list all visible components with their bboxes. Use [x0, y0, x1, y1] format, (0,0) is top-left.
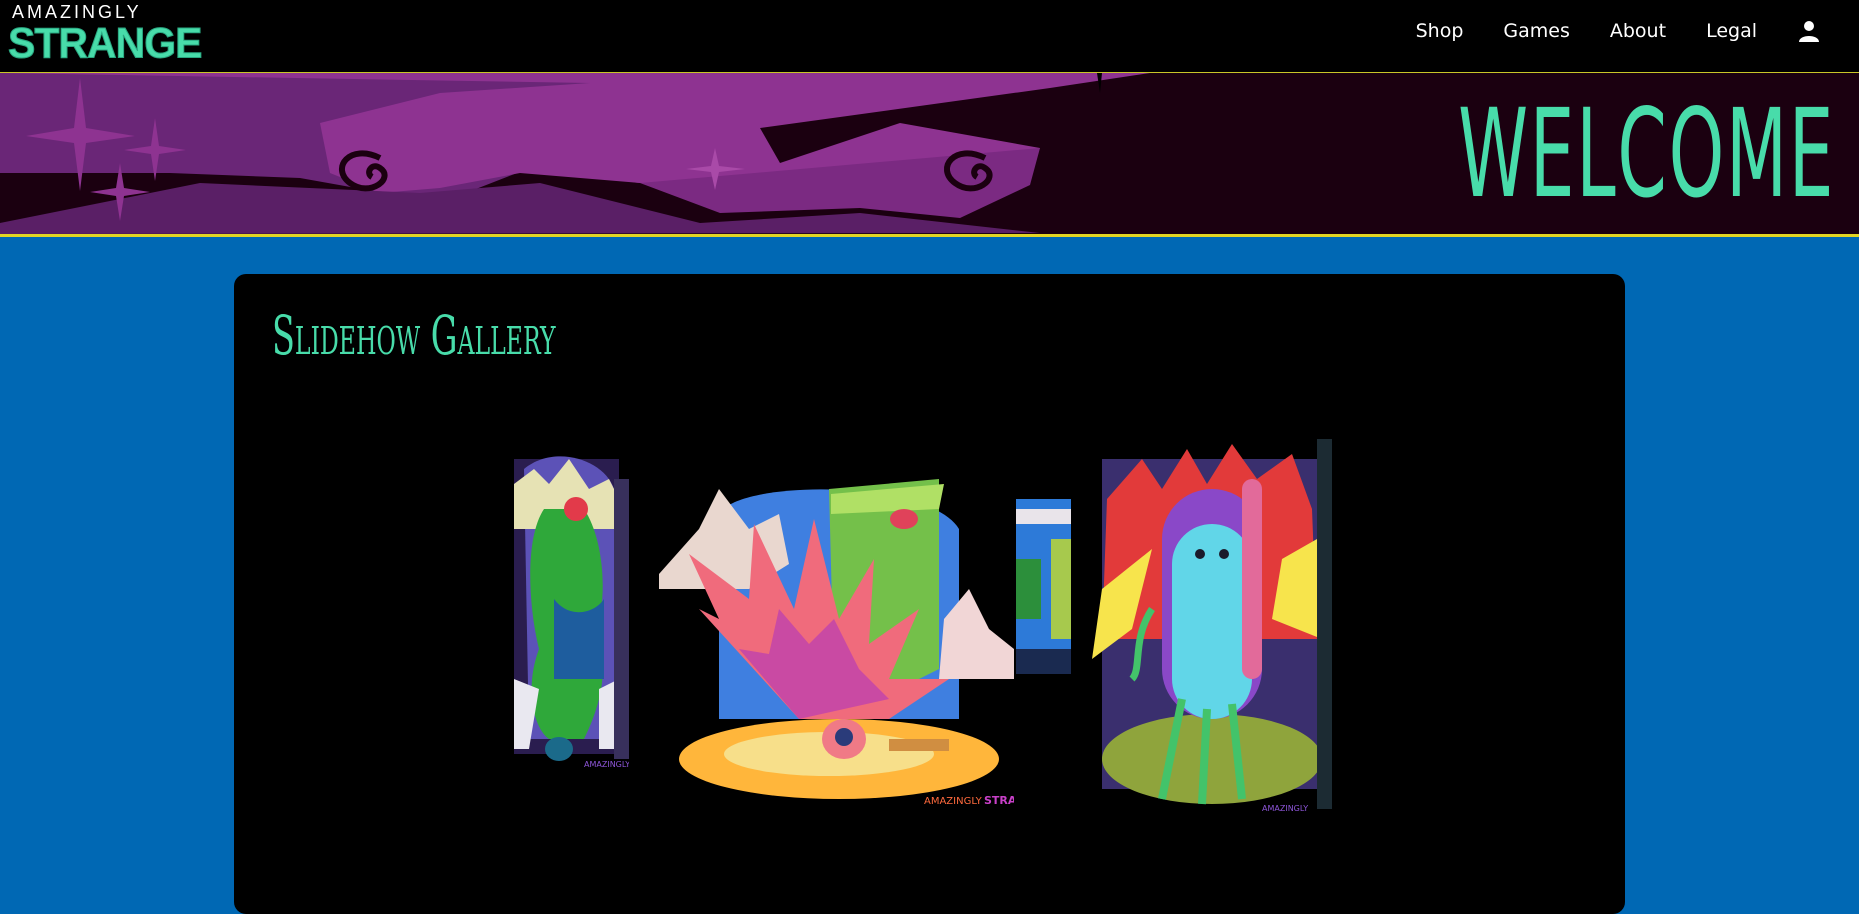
- svg-text:AMAZINGLY: AMAZINGLY: [1262, 804, 1308, 813]
- slide-green-bird-creature[interactable]: AMAZINGLY: [514, 449, 629, 769]
- slideshow-carousel[interactable]: AMAZINGLY AMAZINGLY STRANGE: [234, 274, 1625, 914]
- logo-main-text: STRANGE: [7, 18, 202, 68]
- slide-spiky-fan-creature[interactable]: AMAZINGLY STRANGE: [659, 469, 1014, 809]
- slide-strip-divider: [1016, 499, 1071, 674]
- top-navigation: AMAZINGLY STRANGE Shop Games About Legal: [0, 0, 1859, 73]
- nav-legal[interactable]: Legal: [1706, 20, 1757, 42]
- nav-about[interactable]: About: [1610, 20, 1666, 42]
- nav-shop[interactable]: Shop: [1416, 20, 1464, 42]
- gallery-card: Slidehow Gallery AMAZINGLY AMAZINGLY STR…: [234, 274, 1625, 914]
- svg-text:AMAZINGLY: AMAZINGLY: [584, 760, 629, 769]
- svg-text:STRANGE: STRANGE: [984, 794, 1014, 807]
- welcome-heading: WELCOME: [1457, 83, 1835, 225]
- nav-menu: Shop Games About Legal: [1416, 0, 1859, 62]
- svg-text:AMAZINGLY: AMAZINGLY: [924, 796, 983, 807]
- welcome-banner: WELCOME: [0, 73, 1859, 237]
- slide-capsule-creature[interactable]: AMAZINGLY: [1092, 439, 1332, 814]
- user-icon[interactable]: [1797, 19, 1821, 43]
- nav-games[interactable]: Games: [1503, 20, 1569, 42]
- brand-logo[interactable]: AMAZINGLY STRANGE: [7, 2, 202, 68]
